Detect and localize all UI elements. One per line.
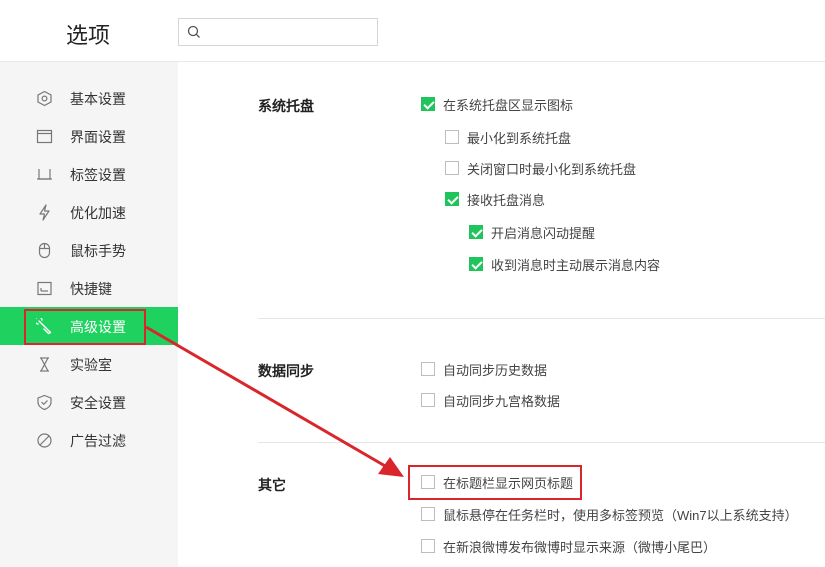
checkbox[interactable] [445, 130, 459, 144]
search-icon [187, 25, 200, 38]
checkbox[interactable] [421, 362, 435, 376]
sidebar-item-tabs[interactable]: 标签设置 [0, 155, 178, 193]
sidebar-item-label: 标签设置 [70, 167, 126, 183]
section-title-other: 其它 [258, 477, 286, 493]
sidebar-item-lab[interactable]: 实验室 [0, 345, 178, 383]
option-flash-reminder[interactable]: 开启消息闪动提醒 [469, 222, 595, 242]
checkbox-checked[interactable] [445, 192, 459, 206]
keyboard-icon [37, 281, 52, 296]
sidebar-item-label: 广告过滤 [70, 433, 126, 449]
hexagon-icon [37, 90, 52, 107]
section-divider [258, 442, 825, 443]
tab-icon [37, 169, 52, 180]
search-input[interactable] [178, 18, 378, 46]
checkbox[interactable] [421, 539, 435, 553]
annotation-box-option [408, 465, 582, 500]
option-taskbar-preview[interactable]: 鼠标悬停在任务栏时，使用多标签预览（Win7以上系统支持） [421, 504, 798, 524]
section-divider [258, 318, 825, 319]
sidebar-item-label: 鼠标手势 [70, 243, 126, 259]
section-title-sync: 数据同步 [258, 363, 314, 379]
header: 选项 [0, 0, 825, 62]
option-sync-history[interactable]: 自动同步历史数据 [421, 359, 547, 379]
sidebar-item-label: 优化加速 [70, 205, 126, 221]
sidebar-item-label: 基本设置 [70, 91, 126, 107]
section-title-tray: 系统托盘 [258, 98, 314, 114]
checkbox[interactable] [421, 393, 435, 407]
sidebar-item-optimize[interactable]: 优化加速 [0, 193, 178, 231]
sidebar-item-label: 快捷键 [70, 281, 112, 297]
sidebar-item-label: 界面设置 [70, 129, 126, 145]
sidebar-item-label: 安全设置 [70, 395, 126, 411]
checkbox-checked[interactable] [421, 97, 435, 111]
option-weibo-source[interactable]: 在新浪微博发布微博时显示来源（微博小尾巴） [421, 536, 716, 556]
flask-icon [40, 357, 49, 372]
checkbox[interactable] [421, 507, 435, 521]
option-receive-tray-messages[interactable]: 接收托盘消息 [445, 189, 545, 209]
mouse-icon [38, 242, 51, 259]
sidebar-item-label: 实验室 [70, 357, 112, 373]
option-close-to-tray[interactable]: 关闭窗口时最小化到系统托盘 [445, 158, 636, 178]
sidebar-item-adblock[interactable]: 广告过滤 [0, 421, 178, 459]
window-icon [36, 129, 53, 144]
checkbox-checked[interactable] [469, 257, 483, 271]
sidebar-item-security[interactable]: 安全设置 [0, 383, 178, 421]
lightning-icon [39, 204, 50, 221]
annotation-box-sidebar [24, 309, 146, 345]
sidebar-item-interface[interactable]: 界面设置 [0, 117, 178, 155]
sidebar-item-shortcuts[interactable]: 快捷键 [0, 269, 178, 307]
page-title: 选项 [66, 23, 111, 48]
option-minimize-to-tray[interactable]: 最小化到系统托盘 [445, 127, 571, 147]
checkbox-checked[interactable] [469, 225, 483, 239]
shield-icon [37, 394, 52, 411]
sidebar-item-basic[interactable]: 基本设置 [0, 79, 178, 117]
option-show-tray-icon[interactable]: 在系统托盘区显示图标 [421, 94, 573, 114]
sidebar-item-gestures[interactable]: 鼠标手势 [0, 231, 178, 269]
option-show-message-content[interactable]: 收到消息时主动展示消息内容 [469, 254, 660, 274]
option-sync-grid[interactable]: 自动同步九宫格数据 [421, 390, 560, 410]
block-icon [37, 433, 52, 448]
checkbox[interactable] [445, 161, 459, 175]
